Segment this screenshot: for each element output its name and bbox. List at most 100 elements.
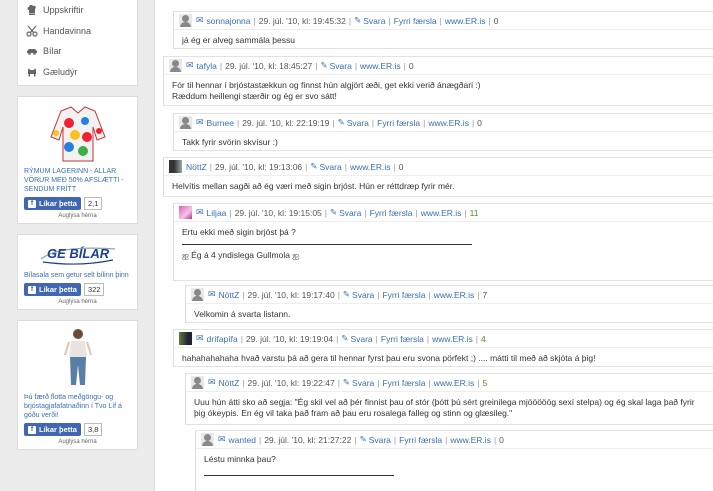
menu-item-bilar[interactable]: Bílar: [26, 41, 137, 62]
comment: ✉ drífapífa | 29. júl. '10, kl: 19:19:04…: [173, 329, 713, 367]
envelope-icon[interactable]: ✉: [218, 434, 226, 445]
comment-body: Uuu hún átti sko að segja: "Ég skil vel …: [186, 391, 713, 423]
previous-post-link[interactable]: Fyrri færsla: [399, 435, 442, 445]
reply-icon[interactable]: ✎: [354, 15, 361, 26]
comment-signature: ஐ Ég á 4 yndislega Gullmola ஐ: [182, 250, 300, 260]
avatar[interactable]: [179, 332, 192, 345]
er-link[interactable]: www.ER.is: [428, 118, 469, 128]
facebook-like-button[interactable]: f Líkar þetta: [24, 197, 81, 210]
ad-caption[interactable]: RÝMUM LAGERINN - ALLAR VÖRUR MEÐ 50% AFS…: [24, 167, 131, 194]
er-link[interactable]: www.ER.is: [360, 61, 401, 71]
er-link[interactable]: www.ER.is: [434, 378, 475, 388]
comment: ✉ NöttZ | 29. júl. '10, kl: 19:22:47 | ✎…: [185, 373, 713, 425]
envelope-icon[interactable]: ✉: [196, 333, 204, 344]
reply-link[interactable]: Svara: [350, 334, 372, 344]
reply-link[interactable]: Svara: [352, 378, 374, 388]
ad-caption[interactable]: Þú færð flotta meðgöngu- og brjóstagjafa…: [24, 393, 131, 420]
previous-post-link[interactable]: Fyrri færsla: [394, 16, 437, 26]
er-link[interactable]: www.ER.is: [434, 290, 475, 300]
reply-icon[interactable]: ✎: [338, 117, 345, 128]
envelope-icon[interactable]: ✉: [196, 207, 204, 218]
comment-author[interactable]: NöttZ: [219, 290, 240, 300]
comment-author[interactable]: NöttZ: [186, 162, 207, 172]
menu-item-gaeludyr[interactable]: Gæludýr: [26, 62, 137, 83]
sidebar: Uppskriftir Handavinna Bílar Gæludýr RÝM…: [17, 0, 138, 450]
avatar[interactable]: [169, 59, 182, 72]
previous-post-link[interactable]: Fyrri færsla: [370, 208, 413, 218]
facebook-like-button[interactable]: f Líkar þetta: [24, 423, 81, 436]
menu-item-uppskriftir[interactable]: Uppskriftir: [26, 0, 137, 21]
advertise-link[interactable]: Auglýsa hérna: [24, 299, 131, 305]
reply-icon[interactable]: ✎: [320, 60, 327, 71]
previous-post-link[interactable]: Fyrri færsla: [377, 118, 420, 128]
comment-date: 29. júl. '10, kl: 19:45:32: [258, 15, 346, 26]
facebook-like-button[interactable]: f Líkar þetta: [24, 283, 81, 296]
advertise-link[interactable]: Auglýsa hérna: [24, 213, 131, 219]
comment: ✉ wanted | 29. júl. '10, kl: 21:27:22 | …: [195, 430, 713, 491]
er-link[interactable]: www.ER.is: [432, 334, 473, 344]
reply-link[interactable]: Svara: [330, 61, 352, 71]
reply-link[interactable]: Svara: [363, 16, 385, 26]
previous-post-link[interactable]: Fyrri færsla: [381, 334, 424, 344]
ad-logo[interactable]: GE BÍLAR: [24, 241, 131, 267]
previous-post-link[interactable]: Fyrri færsla: [382, 378, 425, 388]
reply-link[interactable]: Svara: [352, 290, 374, 300]
ad-image[interactable]: [24, 103, 131, 163]
facebook-icon: f: [28, 199, 36, 208]
ad-maternity[interactable]: Þú færð flotta meðgöngu- og brjóstagjafa…: [17, 320, 138, 450]
comment-text: Ræddum heillengi stærðir og ég er svo sá…: [172, 91, 337, 101]
reply-link[interactable]: Svara: [320, 162, 342, 172]
comment-author[interactable]: Liljaa: [207, 208, 227, 218]
comment-author[interactable]: wanted: [229, 435, 256, 445]
model-photo: [63, 329, 92, 385]
ad-caption[interactable]: Bílasala sem getur selt bílinn þinn: [24, 271, 131, 280]
pet-icon: [28, 67, 36, 77]
avatar[interactable]: [179, 14, 192, 27]
comment-meta: ✉ wanted | 29. júl. '10, kl: 21:27:22 | …: [196, 431, 713, 448]
reply-link[interactable]: Svara: [339, 208, 361, 218]
avatar[interactable]: [191, 288, 204, 301]
comment-text: Léstu minnka þau?: [204, 454, 276, 464]
comment-meta: ✉ NöttZ | 29. júl. '10, kl: 19:17:40 | ✎…: [186, 286, 713, 303]
comment: ✉ NöttZ | 29. júl. '10, kl: 19:17:40 | ✎…: [185, 285, 713, 323]
avatar[interactable]: [169, 160, 182, 173]
reply-link[interactable]: Svara: [347, 118, 369, 128]
reply-icon[interactable]: ✎: [343, 377, 350, 388]
envelope-icon[interactable]: ✉: [208, 289, 216, 300]
comment-author[interactable]: NöttZ: [219, 378, 240, 388]
previous-post-link[interactable]: Fyrri færsla: [382, 290, 425, 300]
comment: ✉ tafyla | 29. júl. '10, kl: 18:45:27 | …: [163, 56, 713, 106]
er-link[interactable]: www.ER.is: [421, 208, 462, 218]
comment-author[interactable]: tafyla: [197, 61, 217, 71]
comment-text: hahahahahaha hvað varstu þá að gera til …: [182, 353, 596, 363]
er-link[interactable]: www.ER.is: [445, 16, 486, 26]
ad-car-dealer[interactable]: GE BÍLAR Bílasala sem getur selt bílinn …: [17, 234, 138, 310]
reply-link[interactable]: Svara: [369, 435, 391, 445]
reply-icon[interactable]: ✎: [360, 434, 367, 445]
avatar[interactable]: [191, 376, 204, 389]
reply-icon[interactable]: ✎: [341, 333, 348, 344]
menu-item-handavinna[interactable]: Handavinna: [26, 21, 137, 42]
ad-image[interactable]: [24, 327, 131, 389]
reply-icon[interactable]: ✎: [343, 289, 350, 300]
er-link[interactable]: www.ER.is: [450, 435, 491, 445]
comment-author[interactable]: Burnee: [207, 118, 234, 128]
er-link[interactable]: www.ER.is: [350, 162, 391, 172]
advertise-link[interactable]: Auglýsa hérna: [24, 439, 131, 445]
avatar[interactable]: [201, 433, 214, 446]
comment-body: Ertu ekki með sigin brjóst þá ? ஐ Ég á 4…: [174, 221, 713, 265]
envelope-icon[interactable]: ✉: [196, 15, 204, 26]
comment-meta: ✉ tafyla | 29. júl. '10, kl: 18:45:27 | …: [164, 57, 713, 74]
avatar[interactable]: [179, 116, 192, 129]
comment: NöttZ | 29. júl. '10, kl: 19:13:06 | ✎ Sv…: [163, 157, 713, 197]
reply-icon[interactable]: ✎: [310, 161, 317, 172]
signature-divider: [182, 244, 472, 245]
avatar[interactable]: [179, 206, 192, 219]
comment-author[interactable]: sonnajonna: [207, 16, 251, 26]
comment-author[interactable]: drífapífa: [207, 334, 238, 344]
reply-icon[interactable]: ✎: [330, 207, 337, 218]
envelope-icon[interactable]: ✉: [186, 60, 194, 71]
envelope-icon[interactable]: ✉: [208, 377, 216, 388]
envelope-icon[interactable]: ✉: [196, 117, 204, 128]
ad-clothing[interactable]: RÝMUM LAGERINN - ALLAR VÖRUR MEÐ 50% AFS…: [17, 96, 138, 224]
